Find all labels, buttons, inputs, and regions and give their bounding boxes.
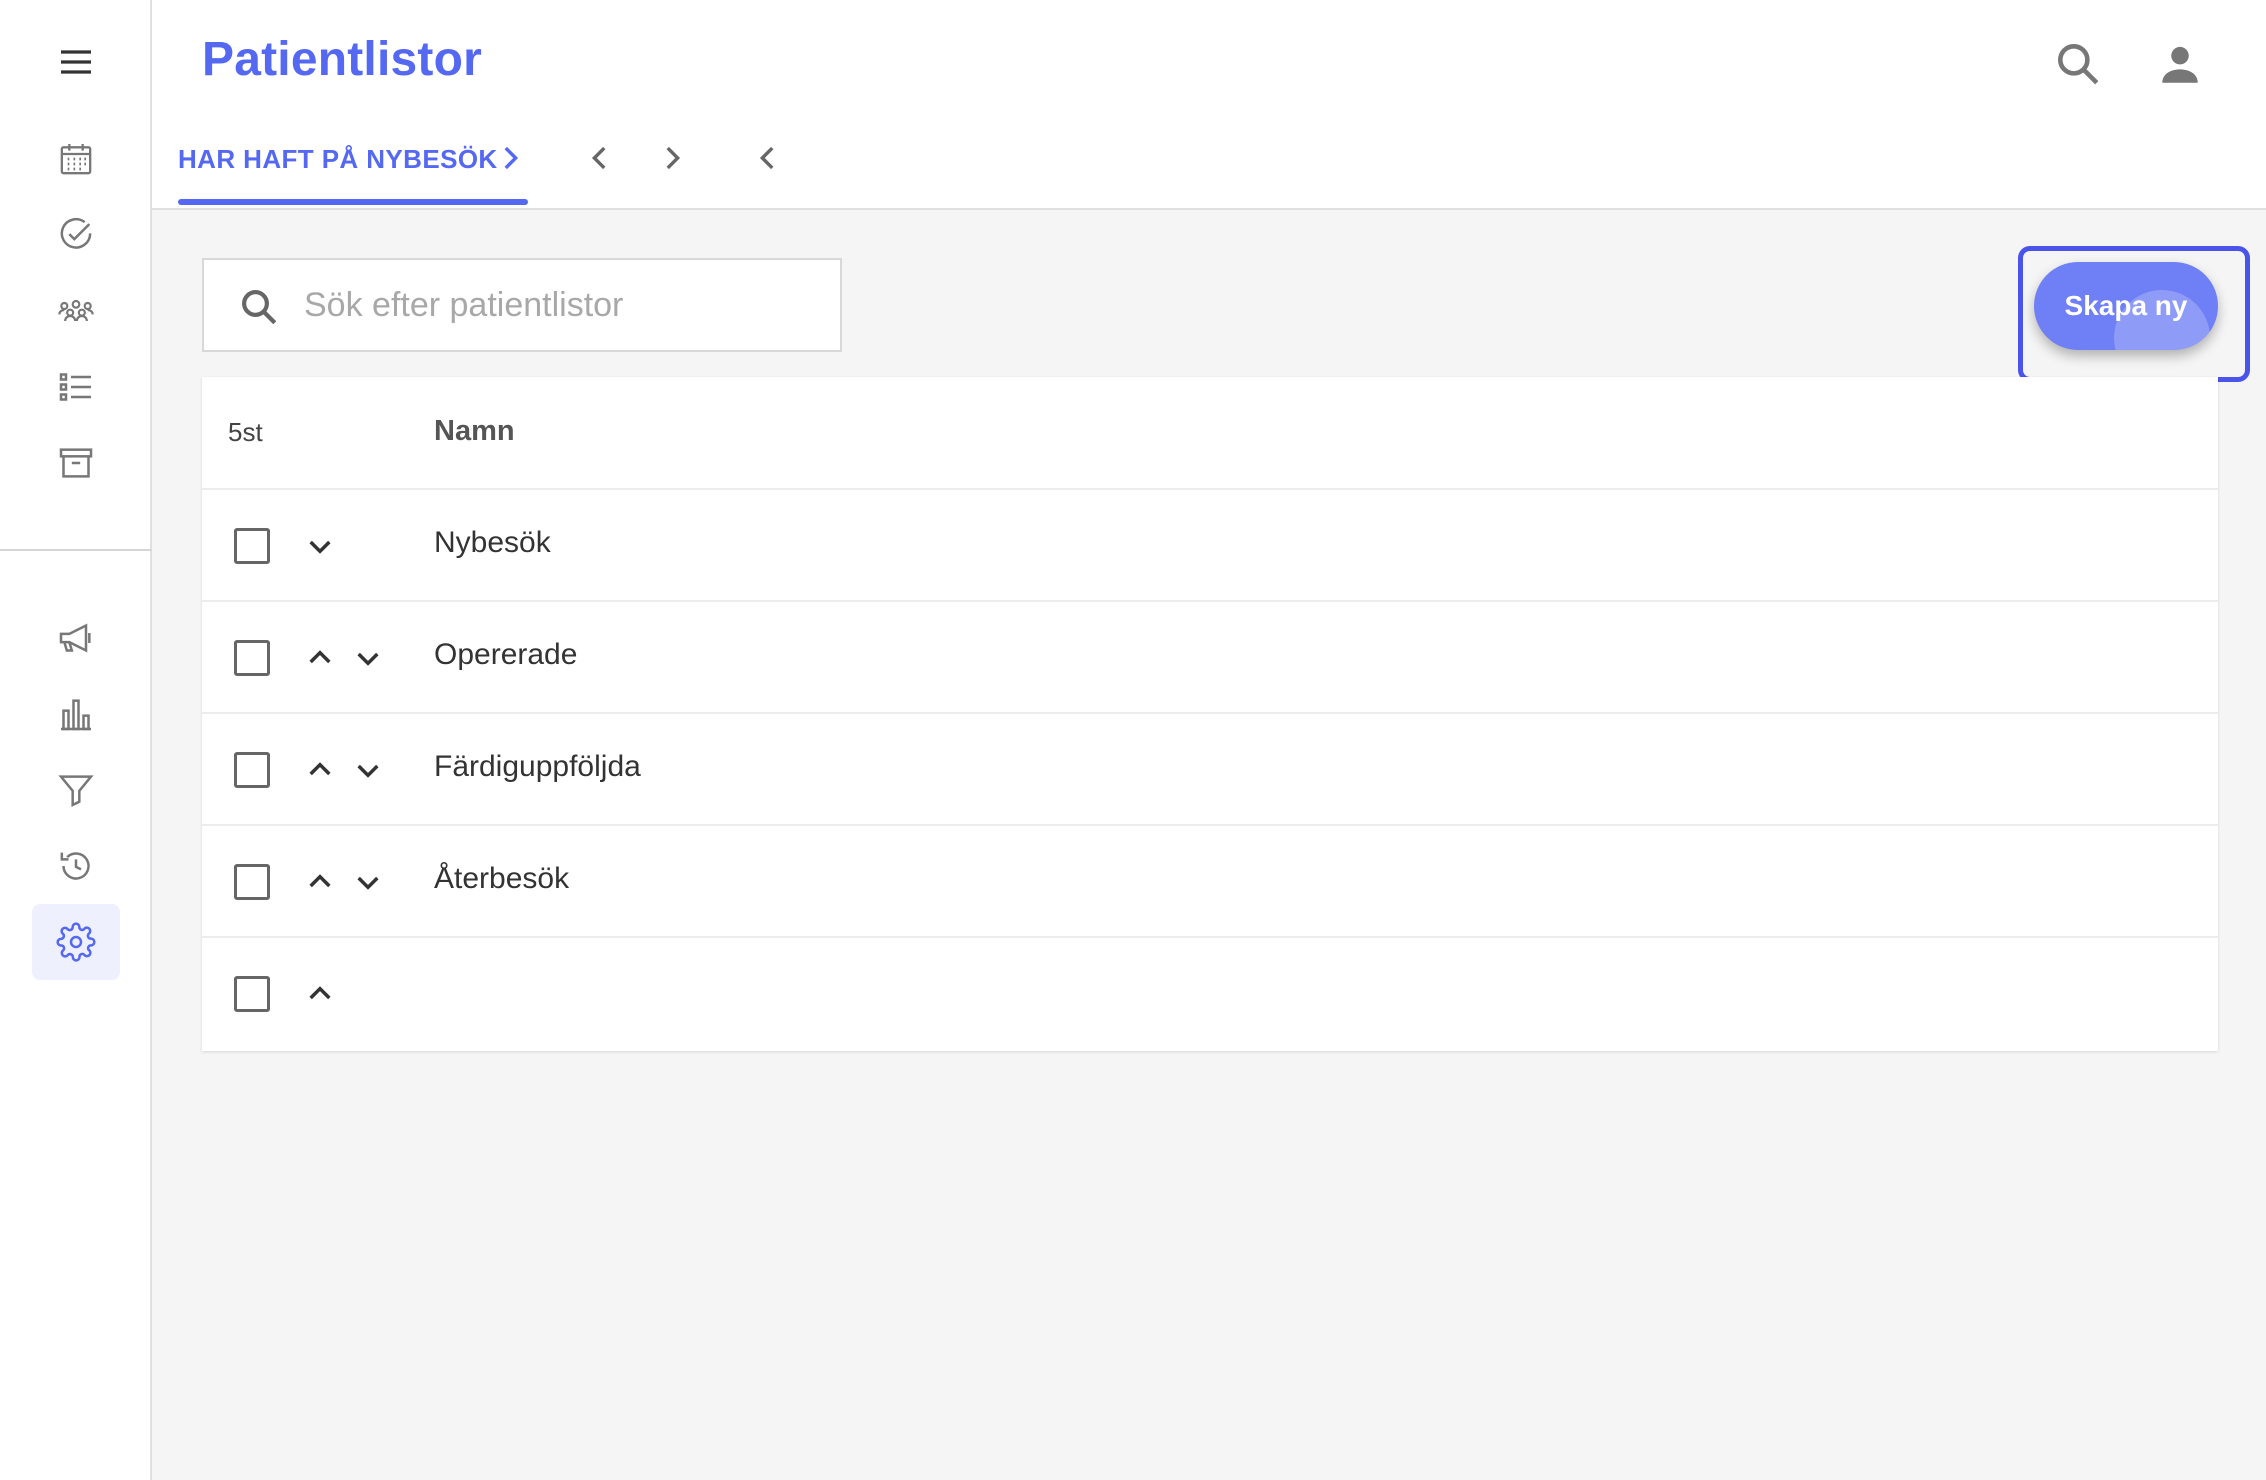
menu-button[interactable] — [32, 24, 120, 100]
settings-icon — [56, 922, 96, 962]
chevron-down-icon — [357, 764, 379, 778]
menu-icon — [61, 50, 91, 74]
sidebar-item-statistics[interactable] — [32, 676, 120, 752]
move-up-button[interactable] — [302, 752, 338, 788]
create-new-label: Skapa ny — [2064, 290, 2188, 321]
sidebar-item-settings[interactable] — [32, 904, 120, 980]
chevron-right-icon — [504, 146, 519, 170]
chevron-left-icon — [591, 146, 606, 170]
search-input[interactable] — [304, 274, 824, 336]
patient-lists-table: 5st Namn Nybesök Opererade Färdiguppfölj… — [202, 377, 2218, 1051]
column-header-name[interactable]: Namn — [434, 415, 515, 448]
tab-scroll-right-button[interactable] — [650, 136, 694, 180]
header: Patientlistor HAR HAFT PÅ NYBESÖK — [152, 0, 2266, 210]
row-checkbox[interactable] — [234, 640, 270, 676]
sidebar-item-lists[interactable] — [32, 349, 120, 425]
sidebar-item-archive[interactable] — [32, 425, 120, 501]
row-checkbox[interactable] — [234, 864, 270, 900]
move-up-button[interactable] — [302, 640, 338, 676]
archive-icon — [59, 448, 93, 478]
row-name: Opererade — [434, 638, 578, 671]
group-icon — [58, 299, 94, 322]
chevron-down-icon — [357, 876, 379, 890]
row-name: Nybesök — [434, 526, 551, 559]
row-checkbox[interactable] — [234, 976, 270, 1012]
chevron-down-icon — [309, 540, 331, 554]
create-new-button[interactable]: Skapa ny — [2034, 262, 2218, 350]
search-field-icon — [238, 286, 280, 328]
chevron-down-icon — [357, 652, 379, 666]
search-icon — [242, 290, 277, 325]
history-icon — [60, 852, 90, 880]
chevron-up-icon — [309, 874, 331, 888]
table-row[interactable] — [202, 938, 2218, 1050]
chevron-up-icon — [309, 650, 331, 664]
account-button[interactable] — [2150, 34, 2210, 94]
filter-icon — [58, 775, 94, 808]
megaphone-icon — [59, 623, 91, 653]
tab-active-indicator — [178, 199, 528, 205]
move-up-button[interactable] — [302, 976, 338, 1012]
table-row[interactable]: Opererade — [202, 602, 2218, 714]
chevron-right-icon — [666, 146, 681, 170]
sidebar-item-calendar[interactable] — [32, 121, 120, 197]
sidebar-divider — [0, 549, 152, 551]
list-icon — [59, 373, 91, 401]
tab-forward-button[interactable] — [488, 136, 532, 180]
table-header: 5st Namn — [202, 377, 2218, 490]
move-up-button[interactable] — [302, 864, 338, 900]
search-icon — [2058, 44, 2099, 85]
chevron-left-icon — [759, 146, 774, 170]
table-row[interactable]: Färdiguppföljda — [202, 714, 2218, 826]
sidebar-item-announcements[interactable] — [32, 600, 120, 676]
account-icon — [2162, 46, 2198, 83]
chevron-up-icon — [309, 762, 331, 776]
sidebar-item-groups[interactable] — [32, 273, 120, 349]
sidebar-item-tasks[interactable] — [32, 197, 120, 273]
row-checkbox[interactable] — [234, 752, 270, 788]
row-name: Återbesök — [434, 862, 570, 895]
table-row[interactable]: Återbesök — [202, 826, 2218, 938]
header-search-button[interactable] — [2048, 34, 2108, 94]
move-down-button[interactable] — [302, 528, 338, 564]
move-down-button[interactable] — [350, 640, 386, 676]
bar-chart-icon — [61, 699, 91, 731]
tab-back-button[interactable] — [746, 136, 790, 180]
page-title: Patientlistor — [202, 33, 482, 86]
move-down-button[interactable] — [350, 864, 386, 900]
calendar-icon — [60, 144, 92, 175]
list-count: 5st — [228, 417, 263, 447]
tab-scroll-left-button[interactable] — [578, 136, 622, 180]
table-row[interactable]: Nybesök — [202, 490, 2218, 602]
move-down-button[interactable] — [350, 752, 386, 788]
tab-har-haft-pa-nybesok[interactable]: HAR HAFT PÅ NYBESÖK — [178, 122, 528, 206]
row-checkbox[interactable] — [234, 528, 270, 564]
sidebar — [0, 0, 152, 1480]
app-root: Patientlistor HAR HAFT PÅ NYBESÖK Sök ef… — [0, 0, 2266, 1480]
search-box — [202, 258, 842, 352]
row-name: Färdiguppföljda — [434, 750, 641, 783]
tab-label: HAR HAFT PÅ NYBESÖK — [178, 144, 498, 174]
sidebar-item-filter[interactable] — [32, 752, 120, 828]
sidebar-item-history[interactable] — [32, 828, 120, 904]
check-circle-icon — [60, 217, 92, 249]
chevron-up-icon — [309, 986, 331, 1000]
